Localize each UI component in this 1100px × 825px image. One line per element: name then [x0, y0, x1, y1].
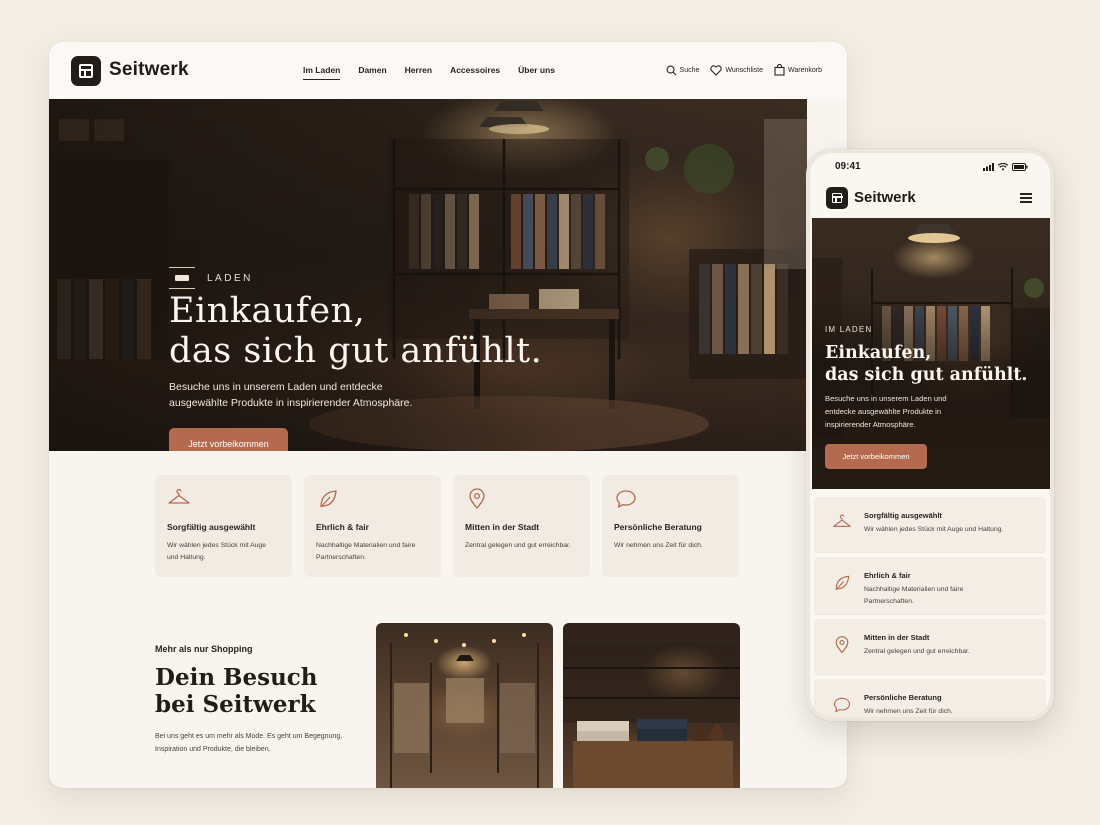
feature-title: Mitten in der Stadt — [864, 633, 930, 642]
search-button[interactable]: Suche — [666, 65, 700, 76]
feature-text: Zentral gelegen und gut erreichbar. — [465, 542, 571, 549]
leaf-icon — [835, 575, 850, 591]
feature-text: Wir wählen jedes Stück mit Auge und Halt… — [864, 526, 1004, 533]
location-pin-icon — [469, 488, 485, 510]
feature-title: Sorgfältig ausgewählt — [167, 522, 256, 532]
hero-eyebrow: IM LADEN — [825, 325, 873, 334]
feature-title: Mitten in der Stadt — [465, 522, 540, 532]
status-bar: 09:41 — [810, 153, 1050, 183]
search-icon — [666, 65, 677, 75]
header-actions: Suche Wunschliste Warenkorb — [666, 64, 822, 76]
hero-section: LADEN Einkaufen, das sich gut anfühlt. B… — [49, 99, 807, 451]
feature-title: Sorgfältig ausgewählt — [864, 511, 942, 520]
desktop-mockup: Seitwerk Im Laden Damen Herren Accessoir… — [49, 42, 847, 788]
hero-title-line1: Einkaufen, — [825, 343, 932, 363]
mobile-features-list: Sorgfältig ausgewählt Wir wählen jedes S… — [814, 497, 1046, 717]
feature-card: Persönliche Beratung Wir nehmen uns Zeit… — [602, 475, 739, 577]
chat-bubble-icon — [616, 490, 636, 508]
main-nav: Im Laden Damen Herren Accessoires Über u… — [303, 65, 555, 80]
visit-cta-button[interactable]: Jetzt vorbeikommen — [169, 428, 288, 451]
location-pin-icon — [835, 636, 849, 654]
mobile-mockup: 09:41 Seitwerk IM LADEN Einkaufen, das s… — [806, 149, 1054, 721]
nav-item-damen[interactable]: Damen — [358, 65, 386, 80]
feature-title: Ehrlich & fair — [864, 571, 911, 580]
cart-label: Warenkorb — [788, 66, 822, 74]
feature-text: Nachhaltige Materialien und faire Partne… — [316, 542, 416, 561]
mobile-hero-section: IM LADEN Einkaufen, das sich gut anfühlt… — [812, 218, 1050, 489]
battery-icon — [1012, 163, 1028, 171]
feature-card: Ehrlich & fair Nachhaltige Materialien u… — [814, 557, 1046, 615]
hero-title-line1: Einkaufen, — [169, 291, 366, 331]
hanger-icon — [833, 514, 851, 527]
mobile-header: Seitwerk — [810, 183, 1050, 221]
hero-title: Einkaufen, das sich gut anfühlt. — [169, 291, 542, 371]
wishlist-label: Wunschliste — [725, 66, 764, 74]
visit-description: Bei uns geht es um mehr als Mode. Es geh… — [155, 733, 343, 753]
signal-icon — [983, 163, 994, 171]
feature-card: Persönliche Beratung Wir nehmen uns Zeit… — [814, 679, 1046, 717]
status-time: 09:41 — [835, 161, 861, 172]
nav-item-ueber-uns[interactable]: Über uns — [518, 65, 555, 80]
hero-description: Besuche uns in unserem Laden und entdeck… — [825, 394, 947, 429]
hero-title: Einkaufen, das sich gut anfühlt. — [825, 342, 1028, 386]
logo-icon[interactable] — [71, 56, 101, 86]
brand-name[interactable]: Seitwerk — [854, 189, 916, 206]
features-row: Sorgfältig ausgewählt Wir wählen jedes S… — [155, 475, 739, 577]
visit-cta-button[interactable]: Jetzt vorbeikommen — [825, 444, 927, 469]
store-sign-icon — [169, 267, 195, 289]
search-label: Suche — [679, 66, 700, 74]
hero-title-line2: das sich gut anfühlt. — [825, 365, 1028, 385]
feature-title: Ehrlich & fair — [316, 522, 369, 532]
cart-button[interactable]: Warenkorb — [774, 64, 822, 76]
feature-text: Nachhaltige Materialien und faire Partne… — [864, 586, 964, 605]
leaf-icon — [320, 490, 337, 508]
heart-icon — [710, 64, 723, 76]
wifi-icon — [998, 163, 1008, 171]
nav-item-herren[interactable]: Herren — [405, 65, 432, 80]
feature-title: Persönliche Beratung — [864, 693, 942, 702]
shopping-bag-icon — [774, 64, 785, 76]
visit-title: Dein Besuch bei Seitwerk — [155, 664, 318, 718]
hamburger-menu-icon[interactable] — [1020, 193, 1032, 203]
hero-title-line2: das sich gut anfühlt. — [169, 331, 543, 371]
folded-jeans-image — [563, 623, 740, 788]
hanger-icon — [168, 488, 190, 504]
chat-bubble-icon — [833, 697, 851, 713]
desktop-header: Seitwerk Im Laden Damen Herren Accessoir… — [49, 42, 847, 99]
store-aisle-image — [376, 623, 553, 788]
visit-title-line2: bei Seitwerk — [155, 691, 316, 718]
nav-item-im-laden[interactable]: Im Laden — [303, 65, 341, 80]
logo-icon[interactable] — [826, 187, 848, 209]
wishlist-button[interactable]: Wunschliste — [710, 64, 764, 76]
feature-title: Persönliche Beratung — [614, 522, 702, 532]
feature-text: Wir wählen jedes Stück mit Auge und Halt… — [167, 542, 266, 561]
visit-title-line1: Dein Besuch — [155, 664, 318, 691]
feature-card: Sorgfältig ausgewählt Wir wählen jedes S… — [814, 497, 1046, 553]
status-icons — [983, 163, 1028, 171]
brand-name[interactable]: Seitwerk — [109, 59, 189, 81]
feature-card: Sorgfältig ausgewählt Wir wählen jedes S… — [155, 475, 292, 577]
hero-eyebrow-label: LADEN — [207, 272, 253, 284]
feature-card: Mitten in der Stadt Zentral gelegen und … — [453, 475, 590, 577]
hero-description: Besuche uns in unserem Laden und entdeck… — [169, 381, 413, 409]
feature-text: Wir nehmen uns Zeit für dich. — [864, 708, 953, 715]
feature-card: Mitten in der Stadt Zentral gelegen und … — [814, 619, 1046, 675]
feature-card: Ehrlich & fair Nachhaltige Materialien u… — [304, 475, 441, 577]
hero-eyebrow: LADEN — [169, 267, 253, 289]
feature-text: Wir nehmen uns Zeit für dich. — [614, 542, 703, 549]
visit-eyebrow: Mehr als nur Shopping — [155, 644, 253, 654]
feature-text: Zentral gelegen und gut erreichbar. — [864, 648, 970, 655]
nav-item-accessoires[interactable]: Accessoires — [450, 65, 500, 80]
